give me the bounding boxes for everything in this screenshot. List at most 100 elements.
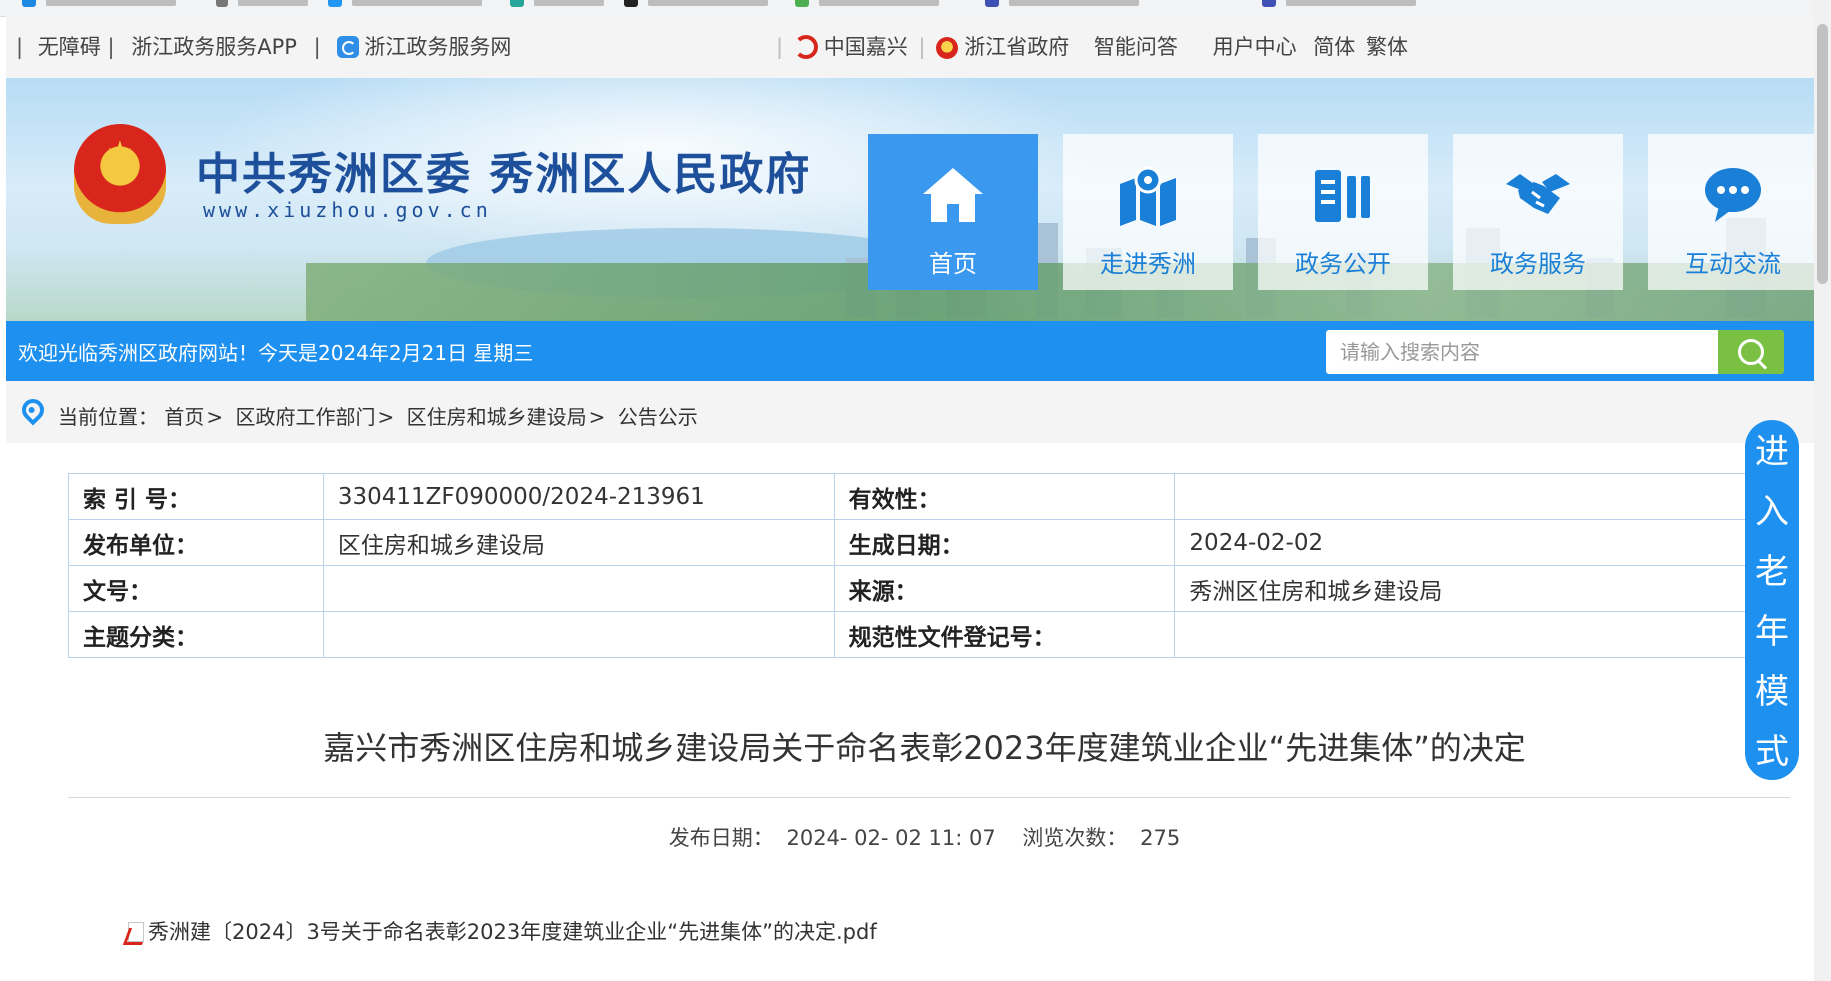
breadcrumb-item-home[interactable]: 首页 — [164, 405, 204, 429]
nav-interaction[interactable]: 互动交流 — [1648, 134, 1818, 290]
meta-key: 有效性： — [833, 473, 1176, 520]
bookmark-icon[interactable] — [22, 0, 36, 7]
article-content: 索 引 号： 330411ZF090000/2024-213961 有效性： 发… — [18, 443, 1831, 981]
bookmark-label[interactable] — [819, 0, 939, 6]
bookmark-icon[interactable] — [216, 0, 228, 7]
national-emblem-icon — [936, 37, 959, 59]
meta-key: 生成日期： — [833, 519, 1176, 566]
bookmark-label[interactable] — [238, 0, 308, 6]
elderly-mode-char: 进 — [1755, 432, 1789, 472]
bookmark-label[interactable] — [46, 0, 176, 6]
breadcrumb-bar: 当前位置： 首页 > 区政府工作部门 > 区住房和城乡建设局 > 公告公示 — [6, 381, 1831, 443]
page-scrollbar[interactable] — [1814, 0, 1831, 981]
bookmark-label[interactable] — [1286, 0, 1416, 6]
elderly-mode-char: 年 — [1755, 612, 1789, 652]
scrollbar-thumb[interactable] — [1817, 24, 1828, 284]
meta-value — [1174, 473, 1798, 520]
search-icon-handle — [1757, 360, 1768, 370]
simplified-link[interactable]: 简体 — [1313, 35, 1355, 59]
zj-gov-link[interactable]: 浙江省政府 — [964, 35, 1069, 59]
table-row: 索 引 号： 330411ZF090000/2024-213961 有效性： — [68, 473, 1798, 520]
home-icon — [923, 168, 983, 222]
publish-date-label: 发布日期： — [668, 826, 774, 850]
meta-value: 区住房和城乡建设局 — [322, 519, 835, 566]
meta-key: 规范性文件登记号： — [833, 611, 1176, 658]
location-pin-icon — [17, 394, 49, 426]
emblem-star-icon: ★ — [106, 135, 134, 170]
elderly-mode-char: 模 — [1755, 672, 1789, 712]
breadcrumb-prefix: 当前位置： — [58, 405, 158, 429]
zj-web-link[interactable]: 浙江政务服务网 — [364, 35, 511, 59]
bookmark-label[interactable] — [1009, 0, 1139, 6]
separator: | — [16, 35, 24, 59]
welcome-text: 欢迎光临秀洲区政府网站！今天是2024年2月21日 星期三 — [18, 341, 534, 365]
table-row: 文号： 来源： 秀洲区住房和城乡建设局 — [68, 565, 1798, 612]
top-utility-bar: | 无障碍 | 浙江政务服务APP | 浙江政务服务网 | 中国嘉兴 | 浙江省… — [6, 16, 1831, 78]
bookmark-label[interactable] — [534, 0, 604, 6]
bookmark-icon[interactable] — [985, 0, 999, 7]
meta-key: 索 引 号： — [68, 473, 324, 520]
smart-qa-link[interactable]: 智能问答 — [1094, 35, 1178, 59]
bookmark-icon[interactable] — [328, 0, 342, 7]
meta-value: 2024-02-02 — [1174, 519, 1798, 566]
document-icon — [1315, 170, 1370, 222]
bookmark-icon[interactable] — [1262, 0, 1276, 7]
attachment-link[interactable]: 秀洲建〔2024〕3号关于命名表彰2023年度建筑业企业“先进集体”的决定.pd… — [126, 916, 877, 946]
nav-label: 首页 — [929, 250, 977, 278]
elderly-mode-button[interactable]: 进 入 老 年 模 式 — [1745, 420, 1799, 780]
elderly-mode-char: 式 — [1755, 732, 1789, 772]
nav-label: 政务服务 — [1490, 250, 1586, 278]
accessibility-link[interactable]: 无障碍 — [38, 35, 101, 59]
nav-gov-services[interactable]: 政务服务 — [1453, 134, 1623, 290]
breadcrumb-item-departments[interactable]: 区政府工作部门 — [235, 405, 375, 429]
breadcrumb-item-housing-bureau[interactable]: 区住房和城乡建设局 — [407, 405, 587, 429]
welcome-bar: 欢迎光临秀洲区政府网站！今天是2024年2月21日 星期三 — [6, 321, 1831, 381]
publish-info: 发布日期： 2024- 02- 02 11: 07 浏览次数： 275 — [18, 822, 1831, 852]
elderly-mode-char: 入 — [1755, 492, 1789, 532]
zj-service-icon — [337, 36, 360, 58]
bookmark-icon[interactable] — [624, 0, 638, 7]
elderly-mode-char: 老 — [1755, 552, 1789, 592]
pdf-icon — [126, 922, 146, 944]
nav-about-xiuzhou[interactable]: 走进秀洲 — [1063, 134, 1233, 290]
meta-value — [322, 565, 835, 612]
meta-value: 330411ZF090000/2024-213961 — [322, 473, 835, 520]
separator: | — [776, 35, 784, 59]
handshake-icon — [1506, 174, 1570, 214]
separator: | — [107, 35, 115, 59]
attachment-name: 秀洲建〔2024〕3号关于命名表彰2023年度建筑业企业“先进集体”的决定.pd… — [148, 920, 877, 944]
bookmark-label[interactable] — [352, 0, 482, 6]
browser-bookmarks-bar — [0, 0, 1831, 17]
chat-icon — [1705, 168, 1761, 222]
nav-home[interactable]: 首页 — [868, 134, 1038, 290]
table-row: 发布单位： 区住房和城乡建设局 生成日期： 2024-02-02 — [68, 519, 1798, 566]
zj-app-link[interactable]: 浙江政务服务APP — [131, 35, 297, 59]
bookmark-label[interactable] — [648, 0, 768, 6]
user-center-link[interactable]: 用户中心 — [1213, 35, 1297, 59]
bookmark-icon[interactable] — [510, 0, 524, 7]
site-title: 中共秀洲区委 秀洲区人民政府 — [196, 149, 812, 200]
meta-value — [1174, 611, 1798, 658]
bookmark-icon[interactable] — [795, 0, 809, 7]
document-meta-table: 索 引 号： 330411ZF090000/2024-213961 有效性： 发… — [68, 473, 1798, 658]
meta-key: 发布单位： — [68, 519, 324, 566]
jiaxing-logo-icon — [793, 35, 818, 59]
view-count-label: 浏览次数： — [1022, 826, 1128, 850]
separator: | — [313, 35, 321, 59]
breadcrumb: 当前位置： 首页 > 区政府工作部门 > 区住房和城乡建设局 > 公告公示 — [58, 401, 698, 430]
publish-date: 2024- 02- 02 11: 07 — [786, 826, 996, 850]
breadcrumb-item-announcements[interactable]: 公告公示 — [618, 405, 698, 429]
top-left-links: | 无障碍 | 浙江政务服务APP | 浙江政务服务网 — [16, 34, 511, 60]
china-jiaxing-link[interactable]: 中国嘉兴 — [824, 35, 908, 59]
nav-label: 互动交流 — [1685, 250, 1781, 278]
search-input[interactable] — [1326, 330, 1718, 374]
search-button[interactable] — [1718, 330, 1784, 374]
site-url: www.xiuzhou.gov.cn — [203, 198, 492, 222]
traditional-link[interactable]: 繁体 — [1366, 35, 1408, 59]
top-right-links: | 中国嘉兴 | 浙江省政府 智能问答 用户中心 简体 繁体 — [776, 34, 1408, 60]
nav-gov-affairs-open[interactable]: 政务公开 — [1258, 134, 1428, 290]
meta-value — [322, 611, 835, 658]
nav-label: 政务公开 — [1295, 250, 1391, 278]
breadcrumb-separator: > — [377, 405, 395, 429]
title-divider — [68, 797, 1790, 798]
